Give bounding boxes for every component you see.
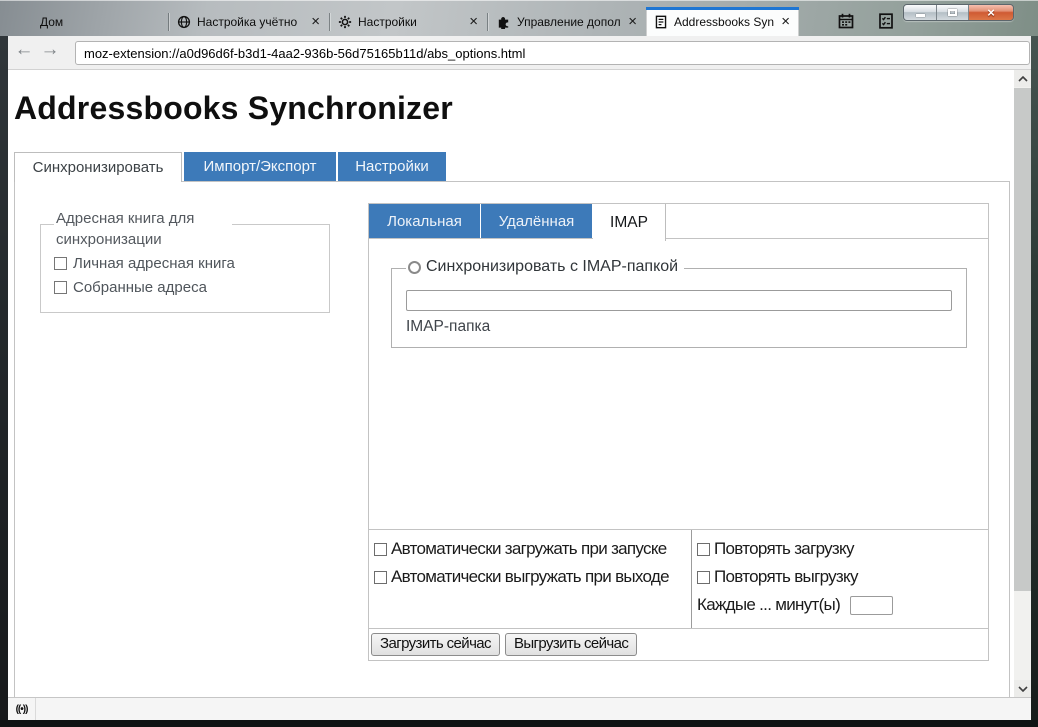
tab-imap[interactable]: IMAP [593,204,666,241]
minimize-icon [916,14,925,17]
repeat-download-checkbox[interactable] [697,543,710,556]
close-tab-icon[interactable]: × [468,15,479,29]
tab-options[interactable]: Настройки [338,152,446,181]
close-tab-icon[interactable]: × [310,15,321,29]
tab-synchronize[interactable]: Синхронизировать [14,152,182,182]
tasks-icon[interactable] [876,11,896,31]
vertical-scrollbar[interactable] [1014,70,1031,697]
document-icon [654,15,668,29]
imap-folder-label: IMAP-папка [406,318,952,336]
imap-folder-input[interactable] [406,290,952,311]
tab-label: Addressbooks Sync [674,15,774,29]
option-row: Повторять выгрузку [697,567,988,587]
url-bar[interactable] [75,41,1030,65]
page-title: Addressbooks Synchronizer [14,90,453,127]
gear-icon [338,15,352,29]
broadcast-icon: ((•)) [16,704,28,715]
collected-addresses-checkbox[interactable] [54,281,67,294]
interval-label: Каждые ... минут(ы) [697,595,840,615]
repeat-options-column: Повторять загрузку Повторять выгрузку Ка… [691,530,988,628]
auto-download-checkbox[interactable] [374,543,387,556]
addressbooks-fieldset: Адресная книга для синхронизации Личная … [40,224,330,313]
upload-now-button[interactable]: Выгрузить сейчас [505,633,637,656]
option-row: Повторять загрузку [697,539,988,559]
tab-strip: Дом Настройка учётно × Настройки × Управ… [10,7,799,36]
window-frame-left [0,36,8,727]
tab-local[interactable]: Локальная [369,204,480,238]
option-row: Автоматически загружать при запуске [374,539,691,559]
globe-icon [177,15,191,29]
status-icon-box[interactable]: ((•)) [8,698,36,720]
imap-tab-panel: Синхронизировать с IMAP-папкой IMAP-папк… [368,238,989,530]
action-buttons-row: Загрузить сейчас Выгрузить сейчас [368,628,989,661]
scroll-down-icon[interactable] [1014,680,1031,697]
tab-label: Управление допол [517,15,621,29]
tab-remote[interactable]: Удалённая [481,204,592,238]
tab-addressbooks-synchronizer[interactable]: Addressbooks Sync × [646,7,799,36]
imap-fieldset: Синхронизировать с IMAP-папкой IMAP-папк… [391,268,967,348]
interval-minutes-input[interactable] [850,596,893,615]
personal-addressbook-checkbox[interactable] [54,257,67,270]
close-tab-icon[interactable]: × [780,15,791,29]
interval-row: Каждые ... минут(ы) [697,595,988,615]
sync-tab-bar: Локальная Удалённая IMAP [368,203,989,239]
scroll-up-icon[interactable] [1014,70,1031,87]
maximize-button[interactable] [937,5,969,20]
minimize-button[interactable] [904,5,937,20]
synchronize-panel: Адресная книга для синхронизации Личная … [14,181,1010,697]
main-tab-bar: Синхронизировать Импорт/Экспорт Настройк… [14,152,446,182]
close-tab-icon[interactable]: × [627,15,638,29]
tab-label: Настройки [358,15,462,29]
tab-account-setup[interactable]: Настройка учётно × [169,7,329,36]
tab-import-export[interactable]: Импорт/Экспорт [184,152,336,181]
calendar-icon[interactable] [836,11,856,31]
sync-settings-area: Локальная Удалённая IMAP Синхронизироват… [368,203,989,661]
checkbox-label: Личная адресная книга [73,255,235,272]
checkbox-row: Личная адресная книга [54,255,329,272]
window-frame-bottom [0,720,1038,727]
puzzle-icon [496,14,511,29]
option-label: Автоматически загружать при запуске [391,539,667,559]
checkbox-label: Собранные адреса [73,279,207,296]
tab-label: Настройка учётно [197,15,304,29]
imap-sync-radio[interactable] [408,261,421,274]
tab-label: Дом [40,15,160,29]
page-content: Addressbooks Synchronizer Синхронизирова… [8,70,1031,697]
status-bar: ((•)) [8,697,1031,720]
tab-addons-manager[interactable]: Управление допол × [488,7,646,36]
option-label: Повторять выгрузку [714,567,858,587]
auto-upload-checkbox[interactable] [374,571,387,584]
imap-legend: Синхронизировать с IMAP-папкой [406,258,684,276]
download-now-button[interactable]: Загрузить сейчас [371,633,500,656]
window-controls: × [903,4,1014,21]
back-icon[interactable]: ← [12,39,36,61]
tab-settings[interactable]: Настройки × [330,7,487,36]
repeat-upload-checkbox[interactable] [697,571,710,584]
window-frame-right [1031,36,1038,727]
close-button[interactable]: × [969,5,1013,20]
maximize-icon [948,9,957,16]
navigation-bar: ← → [8,36,1031,70]
option-label: Автоматически выгружать при выходе [391,567,669,587]
tab-home[interactable]: Дом [10,7,168,36]
scrollbar-thumb[interactable] [1014,88,1031,591]
addressbooks-legend: Адресная книга для синхронизации [54,208,232,250]
auto-sync-options: Автоматически загружать при запуске Авто… [368,529,989,629]
auto-options-column: Автоматически загружать при запуске Авто… [369,530,691,628]
imap-legend-label: Синхронизировать с IMAP-папкой [426,258,678,276]
option-row: Автоматически выгружать при выходе [374,567,691,587]
forward-icon[interactable]: → [38,39,62,61]
option-label: Повторять загрузку [714,539,854,559]
checkbox-row: Собранные адреса [54,279,329,296]
titlebar: Дом Настройка учётно × Настройки × Управ… [0,0,1038,36]
